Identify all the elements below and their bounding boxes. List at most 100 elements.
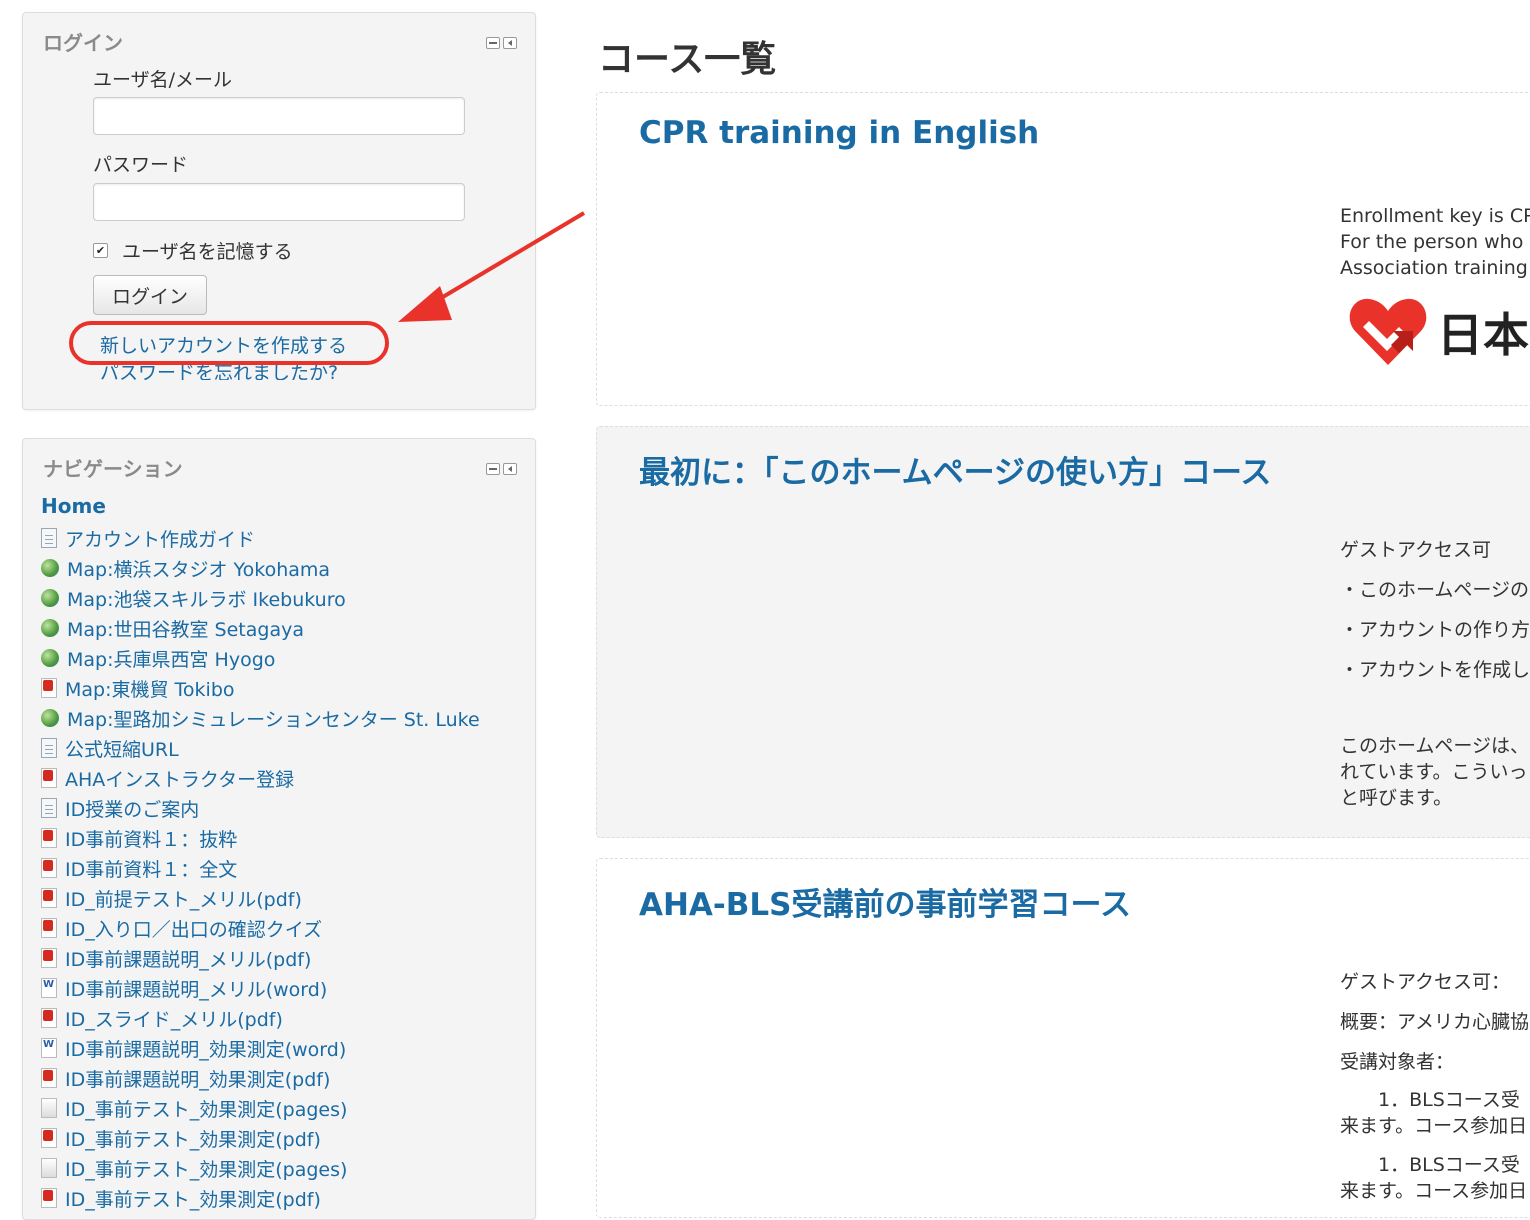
logo-text: 日本 <box>1437 308 1529 362</box>
nav-item-link[interactable]: Map:池袋スキルラボ Ikebukuro <box>67 585 346 612</box>
nav-item-link[interactable]: Map:聖路加シミュレーションセンター St. Luke <box>67 705 480 732</box>
nav-item[interactable]: ID_事前テスト_効果測定(pages) <box>41 1093 480 1123</box>
summary-line: 来ます。コース参加日 <box>1340 1115 1528 1137</box>
hide-block-icon[interactable] <box>486 37 500 49</box>
nav-item[interactable]: ID_事前テスト_効果測定(pages) <box>41 1153 480 1183</box>
nav-item-link[interactable]: 公式短縮URL <box>65 735 179 762</box>
summary-line: と呼びます。 <box>1340 787 1453 809</box>
nav-item[interactable]: ID事前課題説明_効果測定(pdf) <box>41 1063 480 1093</box>
summary-line: 1．BLSコース受 <box>1340 1154 1520 1176</box>
nav-item[interactable]: Map:兵庫県西宮 Hyogo <box>41 643 480 673</box>
nav-item[interactable]: ID事前課題説明_効果測定(word) <box>41 1033 480 1063</box>
nav-item[interactable]: Map:池袋スキルラボ Ikebukuro <box>41 583 480 613</box>
password-input[interactable] <box>93 183 465 221</box>
nav-item-link[interactable]: ID授業のご案内 <box>65 795 199 822</box>
dock-block-icon[interactable] <box>503 37 517 49</box>
pdf-icon <box>41 1068 57 1088</box>
nav-item-link[interactable]: ID_事前テスト_効果測定(pages) <box>65 1095 347 1122</box>
nav-item[interactable]: ID_前提テスト_メリル(pdf) <box>41 883 480 913</box>
nav-item[interactable]: ID_スライド_メリル(pdf) <box>41 1003 480 1033</box>
hide-block-icon[interactable] <box>486 463 500 475</box>
nav-item[interactable]: ID授業のご案内 <box>41 793 480 823</box>
nav-item[interactable]: Map:横浜スタジオ Yokohama <box>41 553 480 583</box>
navigation-block-controls <box>486 463 517 475</box>
pdf-icon <box>41 678 57 698</box>
remember-checkbox[interactable]: ✔ <box>93 243 108 258</box>
pdf-icon <box>41 918 57 938</box>
summary-line: Association training p <box>1340 257 1530 279</box>
nav-item-link[interactable]: ID_事前テスト_効果測定(pdf) <box>65 1185 321 1212</box>
nav-item[interactable]: ID事前課題説明_メリル(word) <box>41 973 480 1003</box>
nav-item-link[interactable]: アカウント作成ガイド <box>65 525 255 552</box>
pdf-icon <box>41 1188 57 1208</box>
nav-item[interactable]: 公式短縮URL <box>41 733 480 763</box>
nav-item[interactable]: アカウント作成ガイド <box>41 523 480 553</box>
course-summary: ゲストアクセス可： 概要：アメリカ心臓協 受講対象者： 1．BLSコース受 来ま… <box>1340 967 1529 1202</box>
pdf-icon <box>41 1128 57 1148</box>
nav-item[interactable]: ID事前資料１：抜粋 <box>41 823 480 853</box>
nav-item[interactable]: Map:聖路加シミュレーションセンター St. Luke <box>41 703 480 733</box>
nav-item-link[interactable]: ID_スライド_メリル(pdf) <box>65 1005 283 1032</box>
summary-line: 概要：アメリカ心臓協 <box>1340 1011 1530 1033</box>
nav-item-link[interactable]: ID事前課題説明_効果測定(word) <box>65 1035 346 1062</box>
navigation-block: ナビゲーション Home アカウント作成ガイド Map:横浜スタジオ Yokoha… <box>22 438 536 1220</box>
course-title-link[interactable]: 最初に：「このホームページの使い方」コース <box>639 447 1271 492</box>
course-box: 最初に：「このホームページの使い方」コース ゲストアクセス可 ・このホームページ… <box>596 426 1530 838</box>
page-icon <box>41 738 57 758</box>
nav-item-link[interactable]: ID事前課題説明_メリル(word) <box>65 975 327 1002</box>
nav-item[interactable]: ID事前課題説明_メリル(pdf) <box>41 943 480 973</box>
summary-line: ・このホームページの <box>1340 579 1530 601</box>
url-icon <box>41 559 59 577</box>
remember-label: ユーザ名を記憶する <box>122 241 293 263</box>
url-icon <box>41 649 59 667</box>
nav-item-link[interactable]: ID事前課題説明_効果測定(pdf) <box>65 1065 330 1092</box>
nav-item-link[interactable]: ID事前課題説明_メリル(pdf) <box>65 945 311 972</box>
nav-item[interactable]: ID_入り口／出口の確認クイズ <box>41 913 480 943</box>
course-title-link[interactable]: AHA-BLS受講前の事前学習コース <box>639 879 1131 924</box>
summary-line: このホームページは、 <box>1340 735 1530 757</box>
url-icon <box>41 619 59 637</box>
nav-item-link[interactable]: Map:横浜スタジオ Yokohama <box>67 555 330 582</box>
summary-line: 受講対象者： <box>1340 1051 1455 1073</box>
summary-line: ゲストアクセス可 <box>1340 539 1492 561</box>
nav-item-link[interactable]: ID_事前テスト_効果測定(pdf) <box>65 1125 321 1152</box>
password-label: パスワード <box>93 154 189 176</box>
highlight-oval <box>69 321 389 365</box>
nav-item-link[interactable]: Map:世田谷教室 Setagaya <box>67 615 304 642</box>
nav-item-link[interactable]: ID事前資料１：全文 <box>65 855 237 882</box>
page-title: コース一覧 <box>598 39 777 80</box>
nav-item[interactable]: ID事前資料１：全文 <box>41 853 480 883</box>
course-box: AHA-BLS受講前の事前学習コース ゲストアクセス可： 概要：アメリカ心臓協 … <box>596 858 1530 1218</box>
nav-item-link[interactable]: ID_入り口／出口の確認クイズ <box>65 915 322 942</box>
summary-line: れています。こういっ <box>1340 761 1528 783</box>
page-icon <box>41 798 57 818</box>
username-label: ユーザ名/メール <box>93 69 233 91</box>
nav-item[interactable]: ID_事前テスト_効果測定(pdf) <box>41 1123 480 1153</box>
course-box: CPR training in English Enrollment key i… <box>596 92 1530 406</box>
remember-username[interactable]: ✔ ユーザ名を記憶する <box>93 237 293 264</box>
url-icon <box>41 709 59 727</box>
nav-item[interactable]: Map:東機貿 Tokibo <box>41 673 480 703</box>
nav-item[interactable]: AHAインストラクター登録 <box>41 763 480 793</box>
course-title-link[interactable]: CPR training in English <box>639 115 1039 151</box>
dock-block-icon[interactable] <box>503 463 517 475</box>
nav-item-link[interactable]: Map:兵庫県西宮 Hyogo <box>67 645 275 672</box>
navigation-list: アカウント作成ガイド Map:横浜スタジオ Yokohama Map:池袋スキルラボ… <box>41 523 480 1213</box>
summary-line: ・アカウントを作成し <box>1340 659 1530 681</box>
nav-item-link[interactable]: ID_前提テスト_メリル(pdf) <box>65 885 302 912</box>
pages-icon <box>41 1098 57 1118</box>
nav-item[interactable]: Map:世田谷教室 Setagaya <box>41 613 480 643</box>
word-icon <box>41 1038 57 1058</box>
nav-item-link[interactable]: Map:東機貿 Tokibo <box>65 675 235 702</box>
nav-item-link[interactable]: AHAインストラクター登録 <box>65 765 294 792</box>
page-icon <box>41 528 57 548</box>
pdf-icon <box>41 948 57 968</box>
pdf-icon <box>41 888 57 908</box>
login-button[interactable]: ログイン <box>93 275 207 315</box>
login-block-controls <box>486 37 517 49</box>
username-input[interactable] <box>93 97 465 135</box>
nav-home-link[interactable]: Home <box>41 494 106 518</box>
nav-item-link[interactable]: ID_事前テスト_効果測定(pages) <box>65 1155 347 1182</box>
nav-item-link[interactable]: ID事前資料１：抜粋 <box>65 825 237 852</box>
word-icon <box>41 978 57 998</box>
